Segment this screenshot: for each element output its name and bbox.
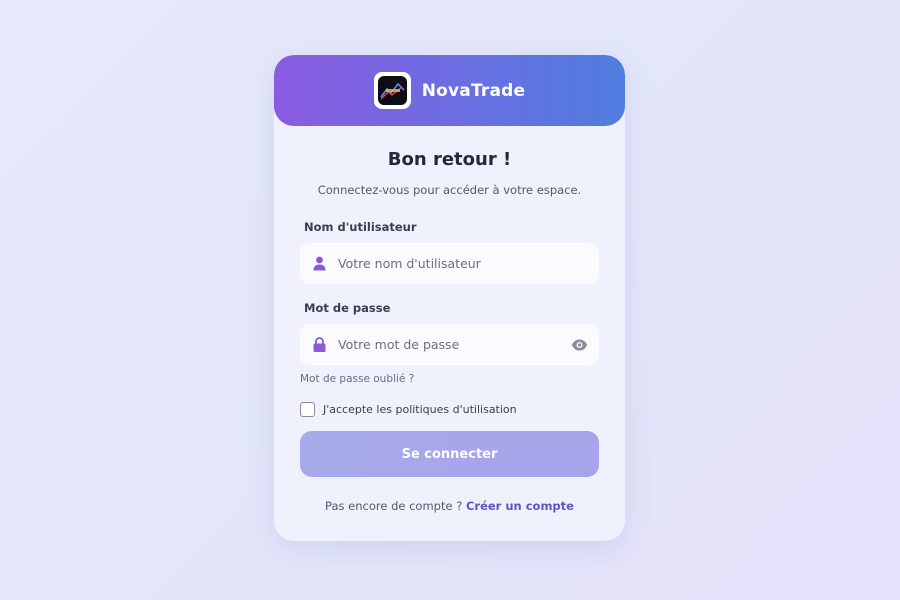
signup-link[interactable]: Créer un compte	[466, 499, 574, 513]
page-subtitle: Connectez-vous pour accéder à votre espa…	[317, 183, 582, 197]
lock-icon	[312, 337, 326, 353]
card-header: NovaTrade	[274, 55, 625, 126]
forgot-password-link[interactable]: Mot de passe oublié ?	[300, 373, 414, 385]
password-field[interactable]	[300, 324, 599, 365]
page-title: Bon retour !	[387, 149, 512, 170]
login-card: NovaTrade Bon retour ! Connectez-vous po…	[274, 55, 625, 541]
username-label: Nom d'utilisateur	[304, 220, 417, 234]
login-button[interactable]: Se connecter	[300, 431, 599, 477]
accept-checkbox[interactable]	[300, 402, 315, 417]
user-icon	[312, 256, 326, 272]
username-input[interactable]	[338, 256, 558, 271]
brand-logo	[373, 72, 411, 109]
password-label: Mot de passe	[304, 301, 391, 315]
signup-prompt: Pas encore de compte ? Créer un compte	[274, 499, 625, 513]
logo-icon	[377, 76, 407, 105]
accept-label: J'accepte les politiques d'utilisation	[323, 403, 517, 416]
password-input[interactable]	[338, 337, 558, 352]
accept-policies[interactable]: J'accepte les politiques d'utilisation	[300, 402, 517, 417]
brand-name: NovaTrade	[421, 80, 526, 101]
username-field[interactable]	[300, 243, 599, 284]
eye-icon[interactable]	[571, 337, 588, 351]
signup-prompt-text: Pas encore de compte ?	[325, 499, 463, 513]
